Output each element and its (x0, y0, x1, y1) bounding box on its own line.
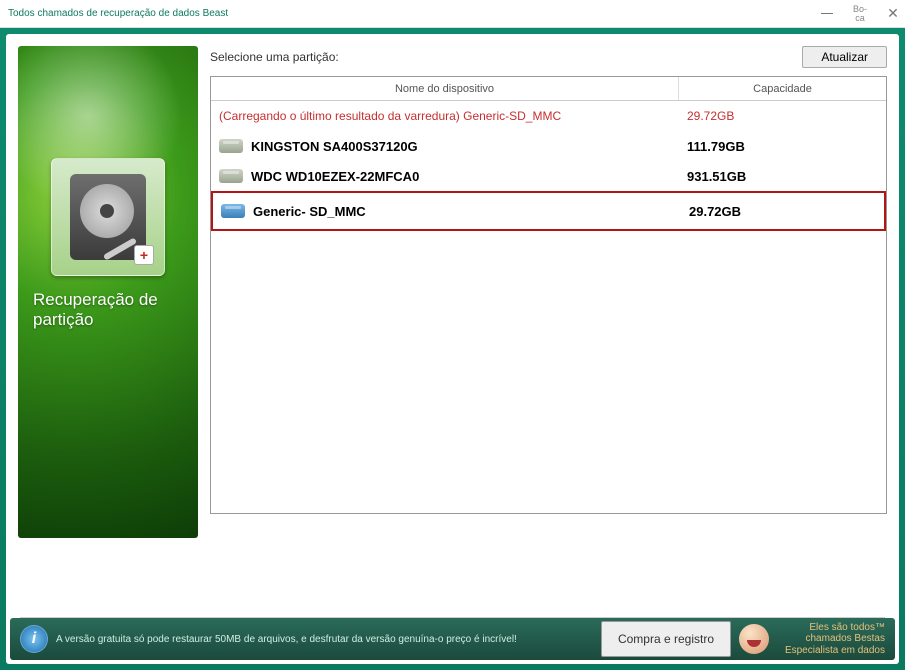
info-text: A versão gratuita só pode restaurar 50MB… (56, 634, 601, 645)
content-row: + Recuperação de partição Selecione uma … (6, 34, 899, 613)
table-row[interactable]: WDC WD10EZEX-22MFCA0 931.51GB (211, 161, 886, 191)
main-frame: + Recuperação de partição Selecione uma … (0, 28, 905, 670)
device-name: Generic- SD_MMC (253, 204, 366, 219)
bottom-bar: i A versão gratuita só pode restaurar 50… (10, 618, 895, 660)
main-panel: + Recuperação de partição Selecione uma … (6, 34, 899, 664)
last-scan-text: (Carregando o último resultado da varred… (215, 109, 683, 123)
refresh-button[interactable]: Atualizar (802, 46, 887, 68)
device-capacity: 931.51GB (683, 169, 886, 184)
close-icon: ✕ (887, 5, 899, 22)
table-body: (Carregando o último resultado da varred… (211, 101, 886, 231)
last-scan-row[interactable]: (Carregando o último resultado da varred… (211, 101, 886, 131)
titlebar: Todos chamados de recuperação de dados B… (0, 0, 905, 28)
col-device[interactable]: Nome do dispositivo (211, 77, 679, 100)
table-header: Nome do dispositivo Capacidade (211, 77, 886, 101)
main-column: Selecione uma partição: Atualizar Nome d… (210, 46, 887, 601)
device-table: Nome do dispositivo Capacidade (Carregan… (210, 76, 887, 514)
close-button[interactable]: ✕ (885, 6, 901, 22)
hdd-illustration: + (51, 158, 165, 276)
device-capacity: 111.79GB (683, 139, 886, 154)
search-label: Bo- ca (853, 5, 867, 23)
mascot-icon (739, 624, 769, 654)
device-name: WDC WD10EZEX-22MFCA0 (251, 169, 419, 184)
select-partition-label: Selecione uma partição: (210, 50, 802, 64)
disk-icon (219, 169, 243, 183)
slogan: Eles são todos™ chamados Bestas Especial… (775, 622, 885, 657)
minimize-button[interactable] (819, 6, 835, 22)
sidebar: + Recuperação de partição (18, 46, 198, 538)
plus-icon: + (134, 245, 154, 265)
col-capacity[interactable]: Capacidade (679, 77, 886, 100)
table-row-selected[interactable]: Generic- SD_MMC 29.72GB (211, 191, 886, 231)
info-icon: i (20, 625, 48, 653)
device-name: KINGSTON SA400S37120G (251, 139, 418, 154)
table-row[interactable]: KINGSTON SA400S37120G 111.79GB (211, 131, 886, 161)
titlebar-controls: Bo- ca ✕ (819, 5, 901, 23)
device-capacity: 29.72GB (685, 204, 884, 219)
disk-icon (219, 139, 243, 153)
sidebar-title: Recuperação de partição (33, 290, 183, 329)
buy-button[interactable]: Compra e registro (601, 621, 731, 657)
top-row: Selecione uma partição: Atualizar (210, 46, 887, 68)
last-scan-cap: 29.72GB (683, 109, 886, 123)
disk-icon (221, 204, 245, 218)
titlebar-text: Todos chamados de recuperação de dados B… (8, 8, 819, 19)
